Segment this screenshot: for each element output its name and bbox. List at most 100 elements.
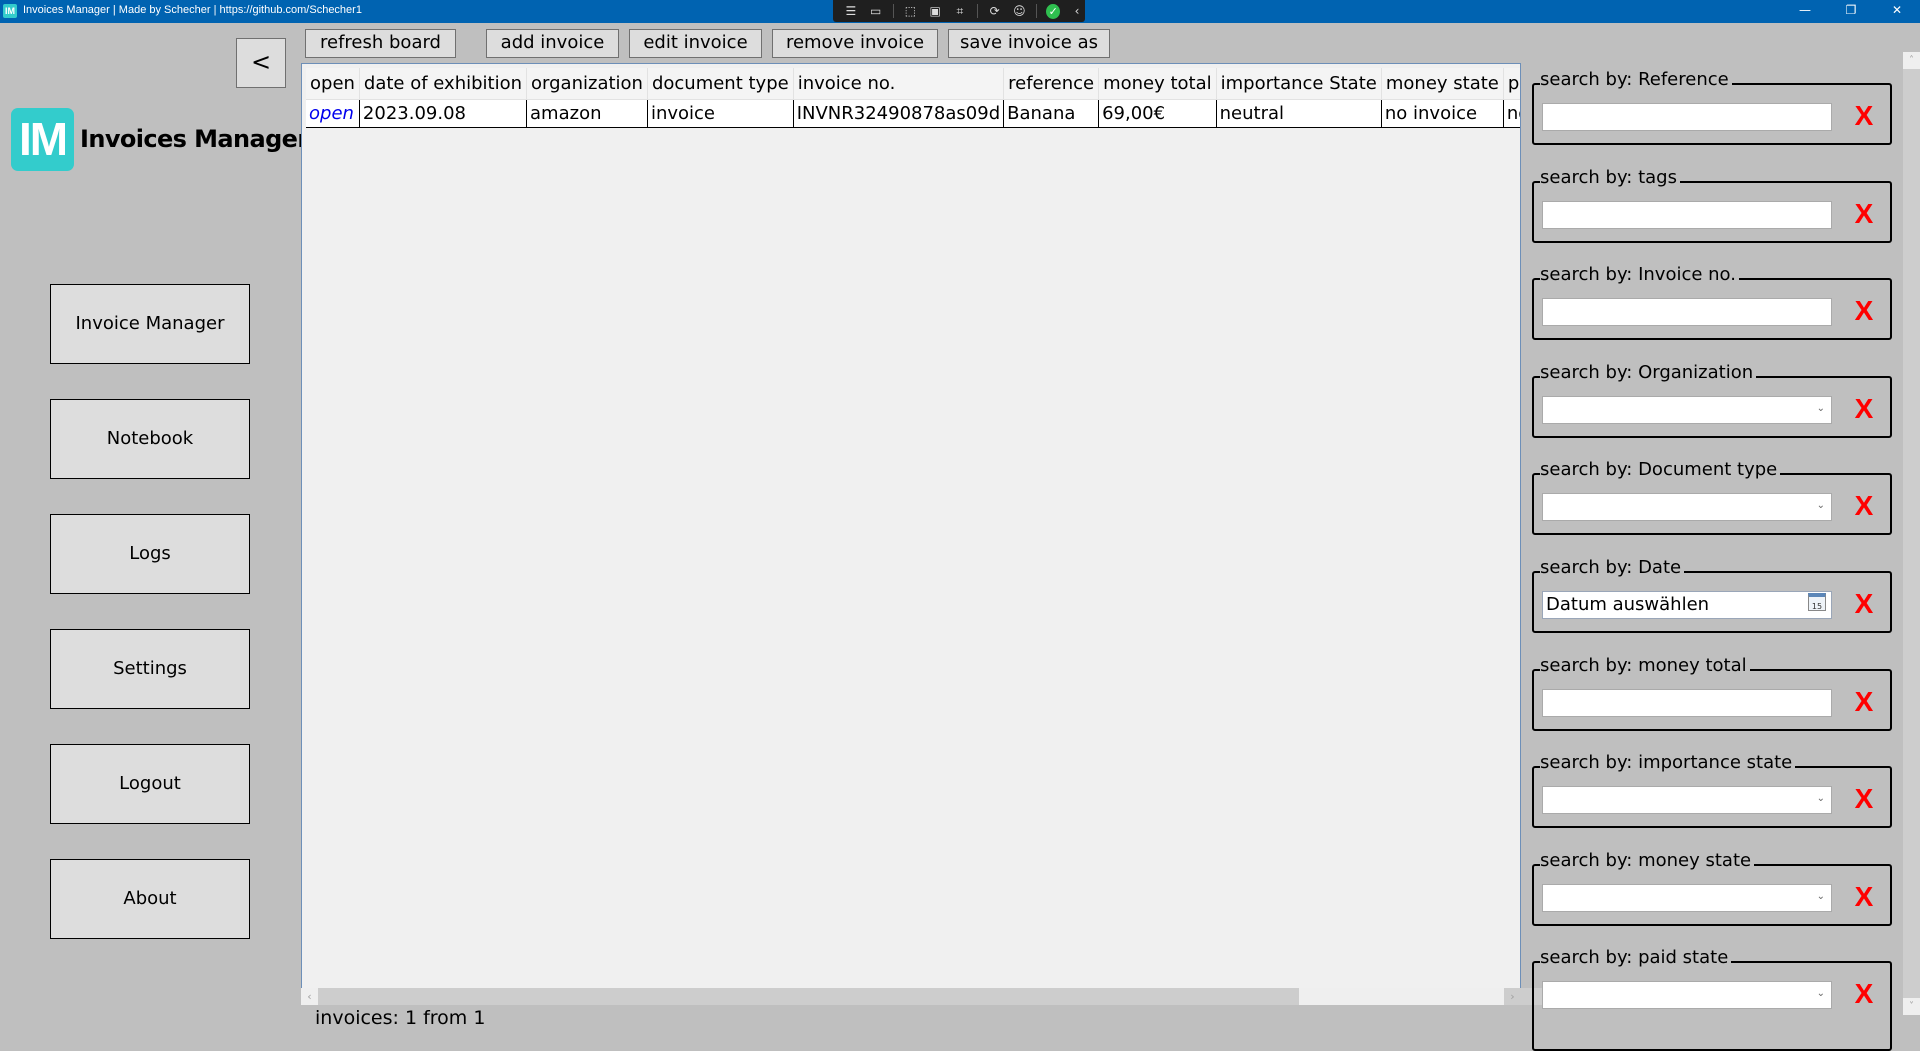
importance-state-select[interactable]: ⌄	[1542, 786, 1832, 814]
open-invoice-link[interactable]: open	[306, 98, 360, 128]
reference-search-input[interactable]	[1542, 103, 1832, 131]
remove-invoice-button[interactable]: remove invoice	[772, 29, 938, 58]
cell-invoice-no: INVNR32490878as09d	[793, 98, 1005, 128]
scroll-down-icon[interactable]: ˅	[1903, 998, 1920, 1015]
record-icon[interactable]: ▭	[868, 4, 884, 19]
app-logo: IM	[11, 108, 74, 171]
column-header-importance-state[interactable]: importance State	[1216, 68, 1382, 99]
collapse-icon[interactable]: ‹	[1069, 4, 1085, 19]
scroll-thumb[interactable]	[1299, 988, 1504, 1005]
column-header-invoice-no[interactable]: invoice no.	[793, 68, 1005, 99]
clear-money-state-button[interactable]: X	[1851, 880, 1877, 914]
search-group-paid-state: search by: paid state ⌄ X	[1532, 947, 1892, 1051]
date-picker[interactable]: Datum auswählen 15	[1542, 591, 1832, 619]
nav-settings-button[interactable]: Settings	[50, 629, 250, 709]
clear-importance-state-button[interactable]: X	[1851, 782, 1877, 816]
close-button[interactable]: ✕	[1874, 0, 1920, 23]
separator	[976, 4, 978, 18]
clear-organization-button[interactable]: X	[1851, 392, 1877, 426]
save-invoice-as-button[interactable]: save invoice as	[948, 29, 1110, 58]
search-group-tags: search by: tags X	[1532, 167, 1892, 243]
search-group-organization: search by: Organization ⌄ X	[1532, 362, 1892, 438]
table-row[interactable]: open 2023.09.08 amazon invoice INVNR3249…	[306, 98, 1520, 128]
invoice-data-grid[interactable]: open date of exhibition organization doc…	[301, 63, 1521, 989]
nav-invoice-manager-button[interactable]: Invoice Manager	[50, 284, 250, 364]
clear-money-total-button[interactable]: X	[1851, 685, 1877, 719]
track-focus-icon[interactable]: ⌗	[952, 4, 968, 19]
column-header-document-type[interactable]: document type	[647, 68, 794, 99]
search-group-invoice-no: search by: Invoice no. X	[1532, 264, 1892, 340]
nav-notebook-button[interactable]: Notebook	[50, 399, 250, 479]
search-label: search by: money total	[1540, 655, 1750, 677]
cell-paid-state: no invoice	[1503, 98, 1520, 128]
document-type-select[interactable]: ⌄	[1542, 493, 1832, 521]
nav-logs-button[interactable]: Logs	[50, 514, 250, 594]
clear-reference-button[interactable]: X	[1851, 99, 1877, 133]
column-header-open[interactable]: open	[306, 68, 360, 99]
invoice-no-search-input[interactable]	[1542, 298, 1832, 326]
cell-importance-state: neutral	[1216, 98, 1382, 128]
separator	[892, 4, 894, 18]
display-layout-adorners-icon[interactable]: ▣	[927, 4, 943, 19]
search-label: search by: money state	[1540, 850, 1755, 872]
table-header-row: open date of exhibition organization doc…	[306, 68, 1520, 99]
clear-date-button[interactable]: X	[1851, 587, 1877, 621]
search-group-money-state: search by: money state ⌄ X	[1532, 850, 1892, 926]
column-header-paid-state[interactable]: paid state	[1503, 68, 1520, 99]
money-state-select[interactable]: ⌄	[1542, 884, 1832, 912]
money-total-search-input[interactable]	[1542, 689, 1832, 717]
cell-date: 2023.09.08	[359, 98, 528, 128]
paid-state-select[interactable]: ⌄	[1542, 981, 1832, 1009]
search-group-document-type: search by: Document type ⌄ X	[1532, 459, 1892, 535]
vertical-scrollbar[interactable]: ˄ ˅	[1903, 52, 1920, 1015]
window-controls: — ❐ ✕	[1782, 0, 1920, 23]
hot-reload-icon[interactable]: ⟳	[987, 4, 1003, 19]
clear-paid-state-button[interactable]: X	[1851, 977, 1877, 1011]
nav-logout-button[interactable]: Logout	[50, 744, 250, 824]
search-label: search by: Reference	[1540, 69, 1732, 91]
search-group-money-total: search by: money total X	[1532, 655, 1892, 731]
scroll-right-icon[interactable]: ›	[1504, 988, 1521, 1005]
accessibility-icon[interactable]: ☺	[1012, 4, 1028, 19]
select-element-icon[interactable]: ⬚	[902, 4, 918, 19]
column-header-money-total[interactable]: money total	[1098, 68, 1217, 99]
column-header-money-state[interactable]: money state	[1381, 68, 1504, 99]
cell-organization: amazon	[526, 98, 648, 128]
chevron-down-icon: ⌄	[1816, 988, 1825, 999]
search-group-date: search by: Date Datum auswählen 15 X	[1532, 557, 1892, 633]
organization-select[interactable]: ⌄	[1542, 396, 1832, 424]
nav-about-button[interactable]: About	[50, 859, 250, 939]
horizontal-scrollbar[interactable]: ‹ ›	[301, 988, 1598, 1005]
scroll-left-icon[interactable]: ‹	[301, 988, 318, 1005]
app-name: Invoices Manager	[80, 125, 309, 153]
binding-ok-icon[interactable]: ✓	[1046, 3, 1061, 19]
search-label: search by: Document type	[1540, 459, 1781, 481]
refresh-board-button[interactable]: refresh board	[305, 29, 456, 58]
cell-money-state: no invoice	[1381, 98, 1504, 128]
search-label: search by: paid state	[1540, 947, 1732, 969]
invoice-count-status: invoices: 1 from 1	[315, 1007, 486, 1029]
cell-money-total: 69,00€	[1098, 98, 1217, 128]
live-visual-tree-icon[interactable]: ☰	[843, 4, 859, 19]
clear-document-type-button[interactable]: X	[1851, 489, 1877, 523]
add-invoice-button[interactable]: add invoice	[486, 29, 619, 58]
clear-tags-button[interactable]: X	[1851, 197, 1877, 231]
chevron-down-icon: ⌄	[1816, 403, 1825, 414]
column-header-organization[interactable]: organization	[526, 68, 648, 99]
column-header-date[interactable]: date of exhibition	[359, 68, 528, 99]
calendar-icon[interactable]: 15	[1808, 593, 1826, 611]
tags-search-input[interactable]	[1542, 201, 1832, 229]
date-picker-text[interactable]: Datum auswählen	[1546, 593, 1808, 617]
cell-document-type: invoice	[647, 98, 794, 128]
clear-invoice-no-button[interactable]: X	[1851, 294, 1877, 328]
xaml-debug-toolbar: ☰ ▭ ⬚ ▣ ⌗ ⟳ ☺ ✓ ‹	[833, 0, 1085, 22]
restore-button[interactable]: ❐	[1828, 0, 1874, 23]
scroll-up-icon[interactable]: ˄	[1903, 52, 1920, 69]
column-header-reference[interactable]: reference	[1003, 68, 1100, 99]
search-group-reference: search by: Reference X	[1532, 69, 1892, 145]
minimize-button[interactable]: —	[1782, 0, 1828, 23]
search-group-importance-state: search by: importance state ⌄ X	[1532, 752, 1892, 828]
app-icon: IM	[3, 4, 17, 18]
edit-invoice-button[interactable]: edit invoice	[629, 29, 762, 58]
collapse-sidebar-button[interactable]: <	[236, 38, 286, 88]
